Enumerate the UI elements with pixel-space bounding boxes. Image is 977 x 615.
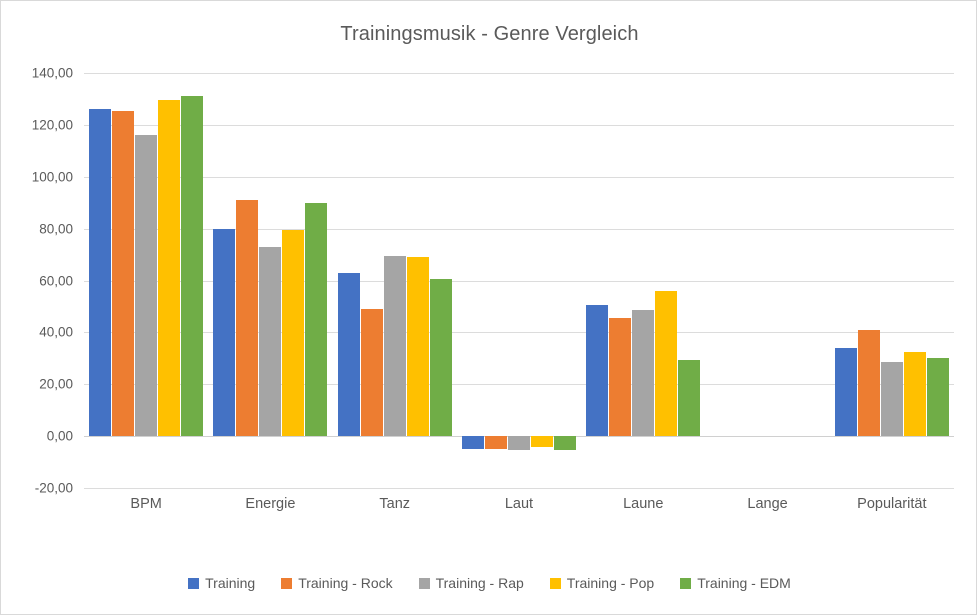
y-axis-tick-label: 20,00 bbox=[39, 376, 73, 392]
legend-item[interactable]: Training - Rap bbox=[418, 575, 524, 591]
bar bbox=[530, 436, 553, 448]
legend-item[interactable]: Training - EDM bbox=[680, 575, 791, 591]
bar bbox=[655, 291, 678, 437]
bar-group bbox=[457, 73, 581, 488]
legend-label: Training bbox=[205, 575, 256, 591]
x-axis-category-label: Laune bbox=[623, 496, 664, 512]
legend-label: Training - Pop bbox=[566, 575, 655, 591]
legend-label: Training - Rap bbox=[435, 575, 524, 591]
bar-groups bbox=[84, 73, 954, 488]
y-axis-tick-label: -20,00 bbox=[34, 480, 73, 496]
bar bbox=[484, 436, 507, 450]
bar bbox=[181, 96, 204, 437]
bar-group bbox=[830, 73, 954, 488]
x-axis-category-label: BPM bbox=[130, 496, 162, 512]
bar-cluster bbox=[705, 73, 829, 488]
x-axis-category-label: Tanz bbox=[379, 496, 411, 512]
legend-swatch-icon bbox=[680, 577, 692, 589]
x-axis-category-label: Lange bbox=[747, 496, 788, 512]
x-axis-labels: BPM Energie Tanz Laut Laune Lange Popularität bbox=[84, 496, 954, 512]
bar bbox=[461, 436, 484, 450]
y-axis-tick-label: 60,00 bbox=[39, 273, 73, 288]
bar bbox=[926, 358, 949, 437]
y-axis-tick-label: 100,00 bbox=[31, 169, 73, 185]
legend-swatch-icon bbox=[549, 577, 561, 589]
bar bbox=[112, 110, 135, 437]
bar-cluster bbox=[581, 73, 705, 488]
chart-container: Trainingsmusik - Genre Vergleich 140,00 1… bbox=[0, 0, 977, 615]
bar-cluster bbox=[457, 73, 581, 488]
bar-group bbox=[333, 73, 457, 488]
legend-swatch-icon bbox=[281, 577, 293, 589]
bar-cluster bbox=[830, 73, 954, 488]
y-axis-tick-label: 140,00 bbox=[31, 65, 73, 81]
bar-group bbox=[581, 73, 705, 488]
bar bbox=[507, 436, 530, 450]
bar bbox=[135, 135, 158, 437]
legend-item[interactable]: Training bbox=[188, 575, 255, 591]
legend-item[interactable]: Training - Rock bbox=[281, 575, 393, 591]
x-axis-category-label: Popularität bbox=[857, 496, 927, 512]
bar bbox=[834, 348, 857, 437]
bar bbox=[406, 257, 429, 437]
bar bbox=[429, 278, 452, 437]
bar bbox=[282, 230, 305, 437]
legend-swatch-icon bbox=[188, 577, 200, 589]
x-axis-category-label: Laut bbox=[504, 496, 534, 512]
bar bbox=[553, 436, 576, 450]
bar bbox=[678, 360, 701, 437]
bar bbox=[236, 200, 259, 437]
bar-cluster bbox=[208, 73, 332, 488]
bar bbox=[609, 317, 632, 437]
legend-swatch-icon bbox=[418, 577, 430, 589]
bar bbox=[213, 228, 236, 437]
legend-item[interactable]: Training - Pop bbox=[549, 575, 655, 591]
bar-group bbox=[208, 73, 332, 488]
y-axis-tick-label: 40,00 bbox=[39, 324, 73, 340]
bar bbox=[857, 329, 880, 437]
bar bbox=[337, 272, 360, 437]
bar-group bbox=[84, 73, 208, 488]
gridline bbox=[84, 488, 954, 489]
bar bbox=[383, 256, 406, 437]
y-axis-tick-label: 120,00 bbox=[31, 117, 73, 133]
bar bbox=[89, 108, 112, 437]
chart-title: Trainingsmusik - Genre Vergleich bbox=[340, 23, 639, 45]
legend-label: Training - EDM bbox=[697, 575, 791, 591]
y-axis-tick-label: 0,00 bbox=[46, 428, 73, 444]
x-axis-category-label: Energie bbox=[245, 496, 296, 512]
bar-cluster bbox=[333, 73, 457, 488]
bar-group bbox=[705, 73, 829, 488]
bar bbox=[880, 362, 903, 437]
bar bbox=[158, 100, 181, 437]
y-axis-labels: 140,00 120,00 100,00 80,00 60,00 40,00 20,00 0,… bbox=[1, 66, 73, 496]
bar bbox=[360, 309, 383, 437]
chart-legend: Training Training - Rock Training - Rap Tra… bbox=[1, 575, 976, 591]
bar bbox=[259, 247, 282, 437]
y-axis-tick-label: 80,00 bbox=[39, 221, 73, 237]
legend-label: Training - Rock bbox=[298, 575, 393, 591]
bar bbox=[305, 202, 328, 437]
bar bbox=[586, 304, 609, 437]
bar-cluster bbox=[84, 73, 208, 488]
bar bbox=[903, 352, 926, 437]
bar bbox=[632, 310, 655, 437]
